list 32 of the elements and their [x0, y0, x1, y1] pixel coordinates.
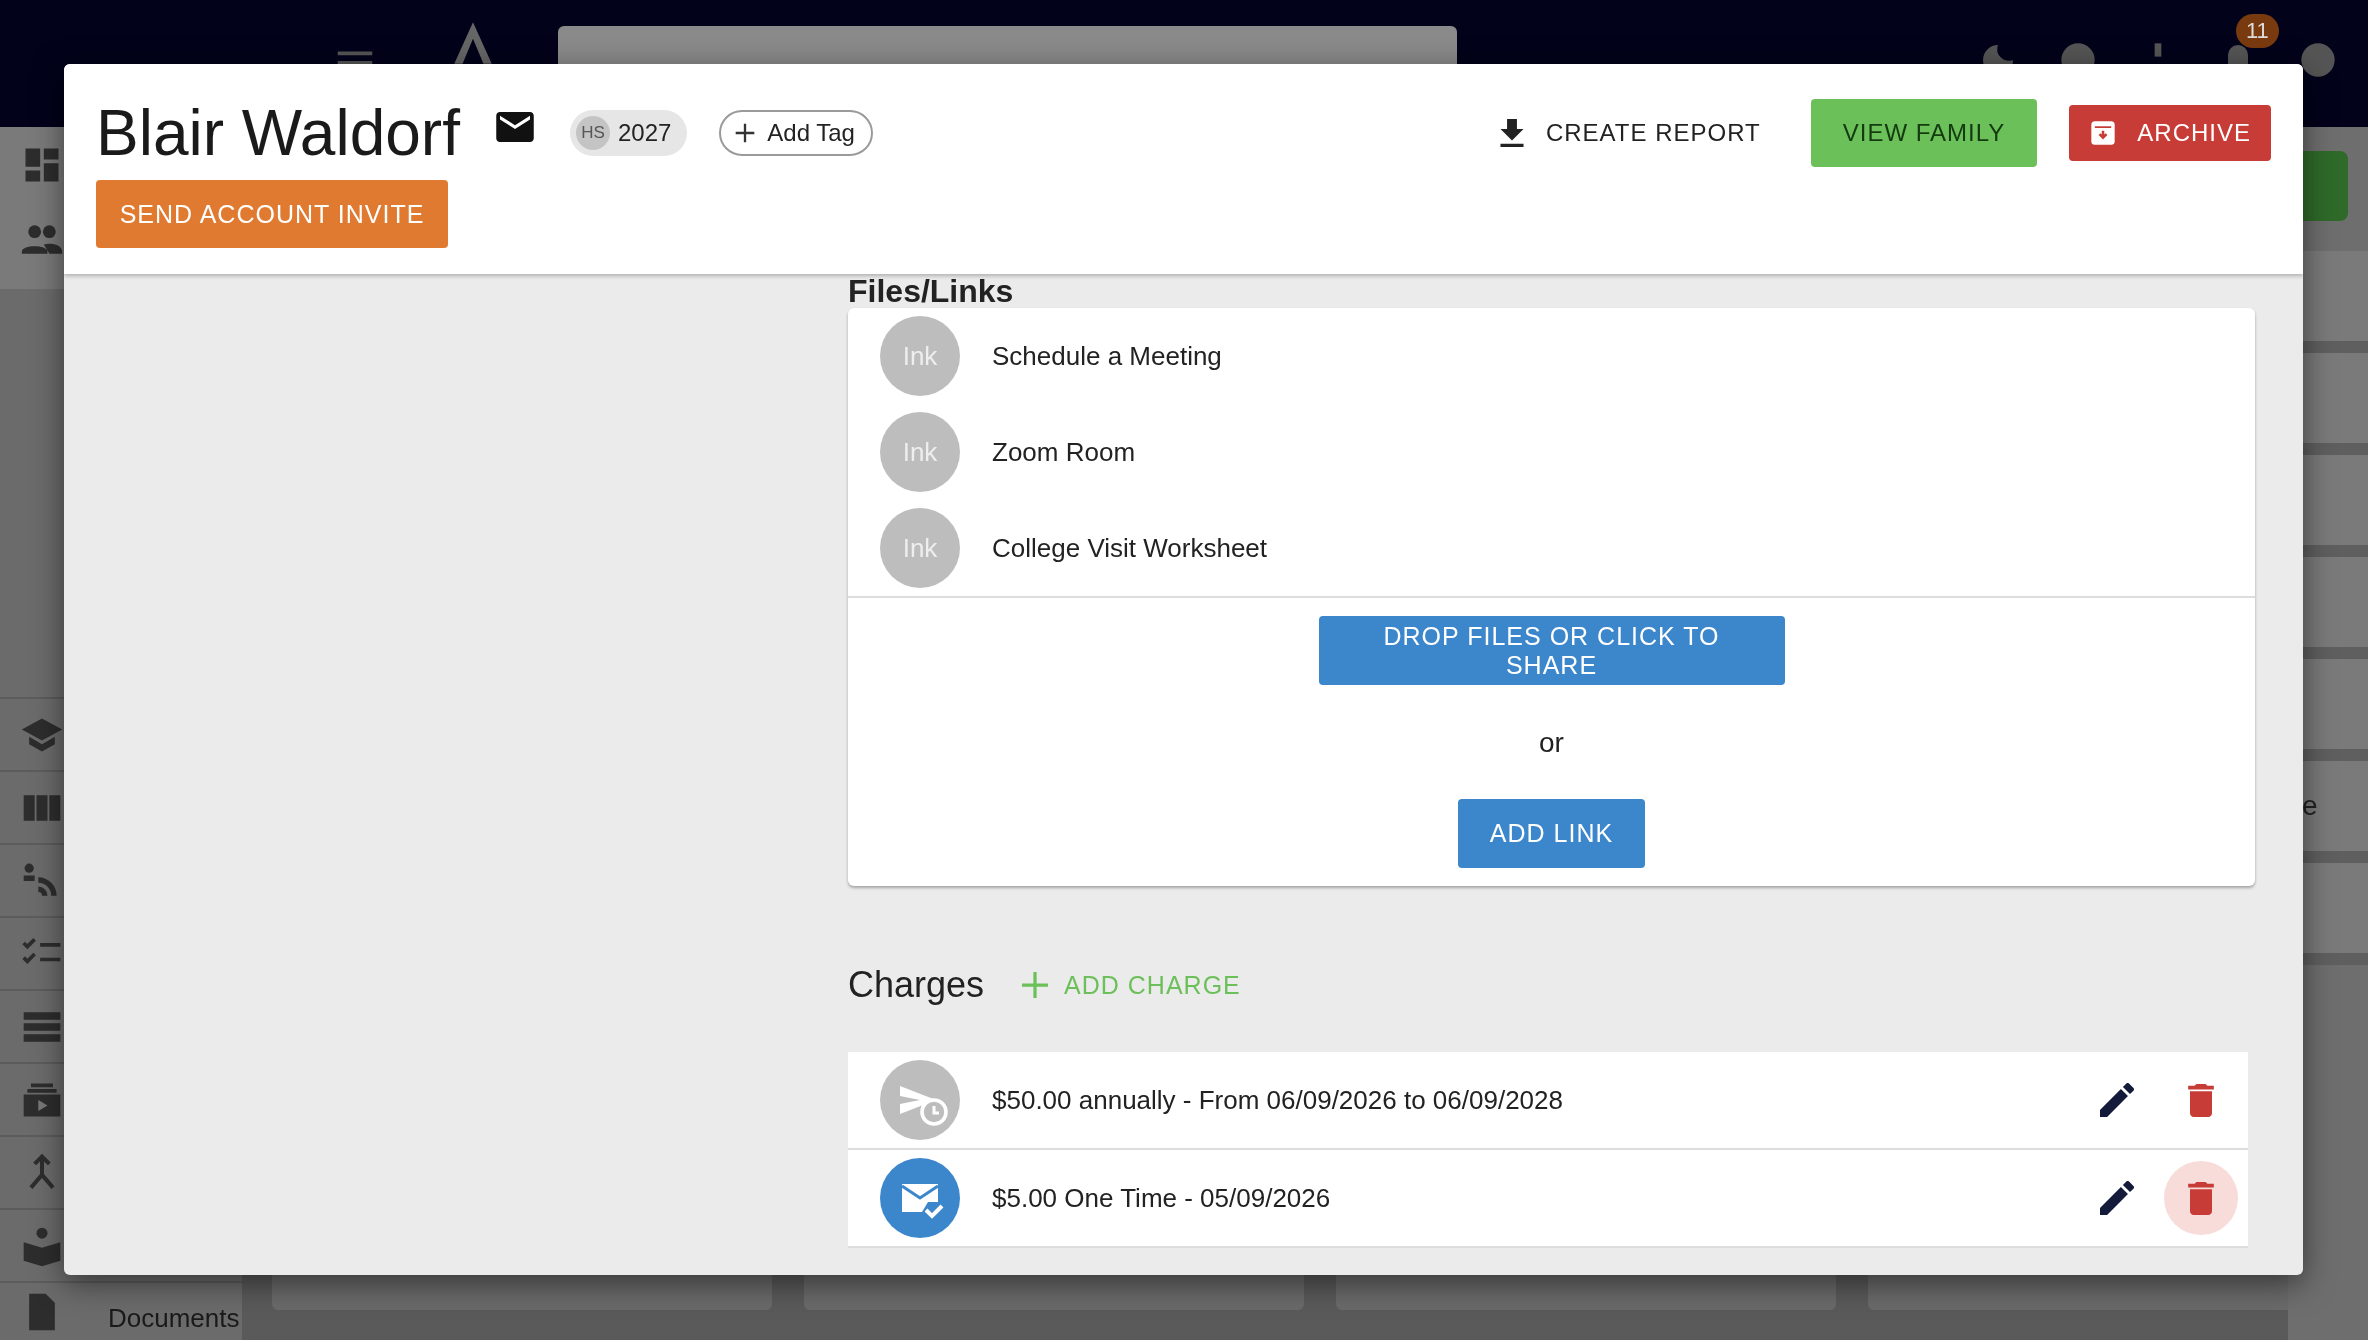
scheduled-send-icon: [880, 1060, 960, 1140]
add-tag-button[interactable]: Add Tag: [719, 110, 873, 156]
notification-badge: 11: [2236, 14, 2279, 48]
charge-text: $50.00 annually - From 06/09/2026 to 06/09/2028: [992, 1084, 1563, 1116]
view-family-button[interactable]: VIEW FAMILY: [1810, 99, 2038, 167]
chip-label: 2027: [617, 119, 672, 147]
section-heading: Charges: [848, 964, 985, 1006]
add-link-button[interactable]: ADD LINK: [1457, 799, 1646, 868]
create-report-button[interactable]: CREATE REPORT: [1479, 104, 1779, 162]
trash-icon: [2188, 1181, 2214, 1215]
send-invite-button[interactable]: SEND ACCOUNT INVITE: [96, 180, 448, 248]
section-heading: Files/Links: [848, 274, 1015, 308]
edit-icon[interactable]: [2100, 1181, 2134, 1215]
download-icon: [1497, 119, 1526, 147]
archive-icon: [2089, 119, 2118, 147]
share-button[interactable]: DROP FILES OR CLICK TO SHARE: [1318, 616, 1785, 685]
mail-icon[interactable]: [495, 112, 534, 142]
edit-icon[interactable]: [2100, 1083, 2134, 1117]
sidebar-item[interactable]: Documents: [108, 1303, 240, 1334]
student-name: Blair Waldorf: [96, 96, 460, 170]
archive-button[interactable]: ARCHIVE: [2069, 105, 2271, 161]
file-link[interactable]: Zoom Room: [992, 436, 1136, 468]
plus-icon: [1022, 972, 1049, 998]
list-item-text: e: [2302, 790, 2318, 822]
trash-icon: [2188, 1083, 2214, 1117]
charge-text: $5.00 One Time - 05/09/2026: [992, 1182, 1331, 1214]
file-link[interactable]: Schedule a Meeting: [992, 340, 1222, 372]
year-chip[interactable]: HS 2027: [569, 110, 688, 156]
or-text: or: [1539, 727, 1564, 759]
file-link[interactable]: College Visit Worksheet: [992, 532, 1268, 564]
mail-check-icon: [880, 1158, 960, 1238]
chip-avatar: HS: [575, 116, 610, 150]
